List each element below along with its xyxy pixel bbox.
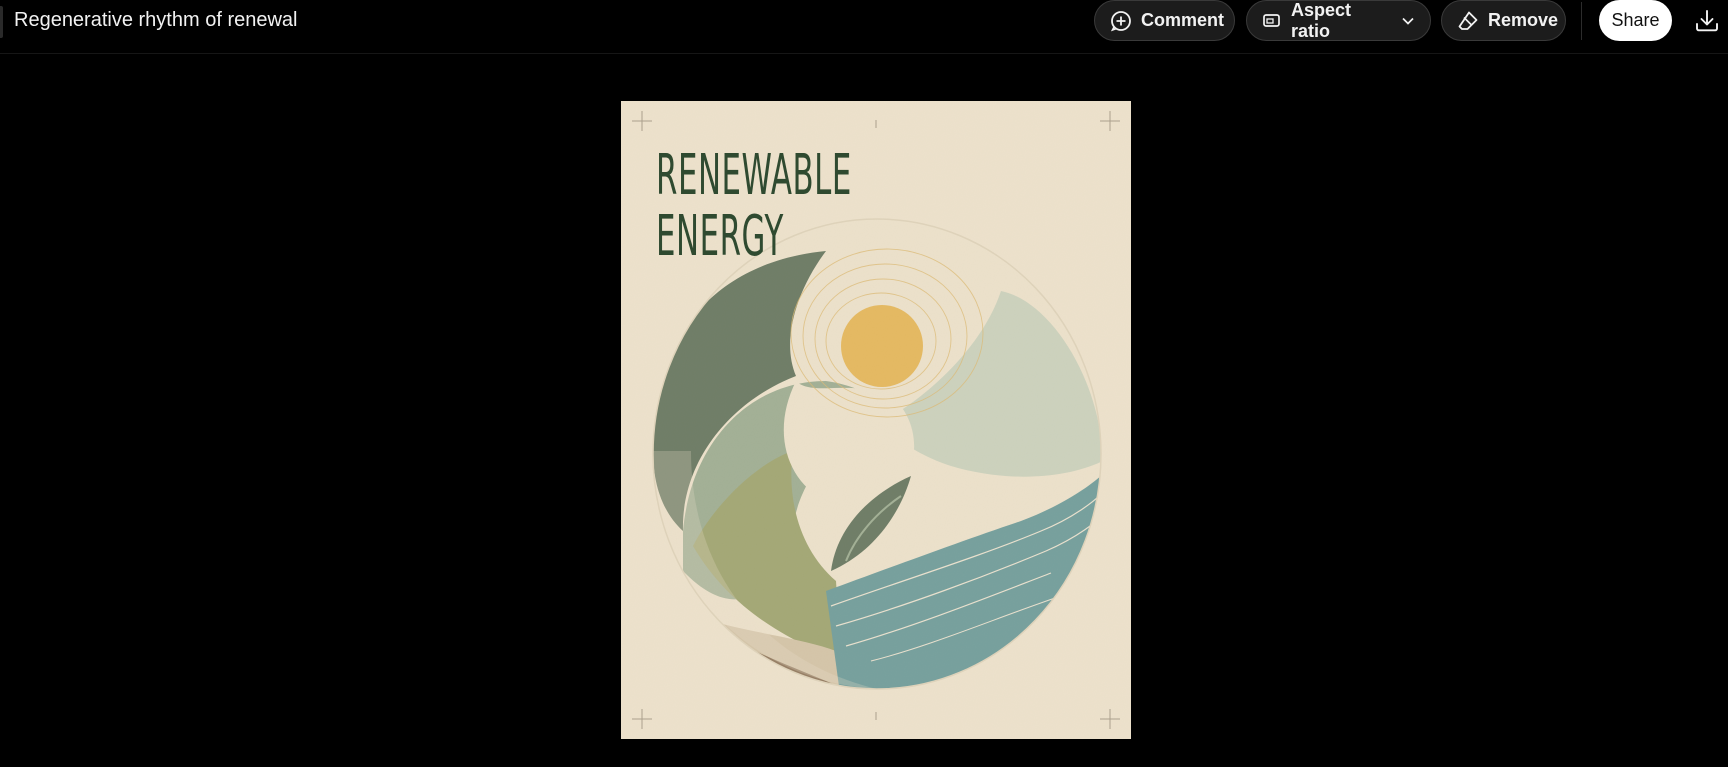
- aspect-ratio-icon: [1262, 12, 1282, 30]
- headline-line-2: ENERGY: [656, 204, 784, 269]
- comment-button[interactable]: Comment: [1094, 0, 1235, 41]
- remove-button[interactable]: Remove: [1441, 0, 1566, 41]
- poster-image[interactable]: RENEWABLE ENERGY: [621, 101, 1131, 739]
- remove-label: Remove: [1488, 10, 1559, 30]
- aspect-ratio-button[interactable]: Aspect ratio: [1246, 0, 1431, 41]
- sidebar-edge[interactable]: [0, 6, 3, 38]
- plus-in-circle-icon: [1110, 10, 1132, 32]
- chevron-down-icon: [1401, 16, 1415, 26]
- headline-line-1: RENEWABLE: [656, 143, 852, 208]
- download-icon: [1693, 10, 1721, 38]
- eraser-icon: [1457, 10, 1479, 32]
- toolbar-divider: [1581, 2, 1582, 40]
- share-button[interactable]: Share: [1599, 0, 1672, 41]
- document-title[interactable]: Regenerative rhythm of renewal: [14, 9, 297, 32]
- top-toolbar: Regenerative rhythm of renewal Comment A…: [0, 0, 1728, 54]
- poster-headline: RENEWABLE ENERGY: [656, 145, 852, 267]
- aspect-ratio-label: Aspect ratio: [1291, 0, 1352, 41]
- download-button[interactable]: [1693, 8, 1721, 34]
- comment-label: Comment: [1141, 10, 1225, 30]
